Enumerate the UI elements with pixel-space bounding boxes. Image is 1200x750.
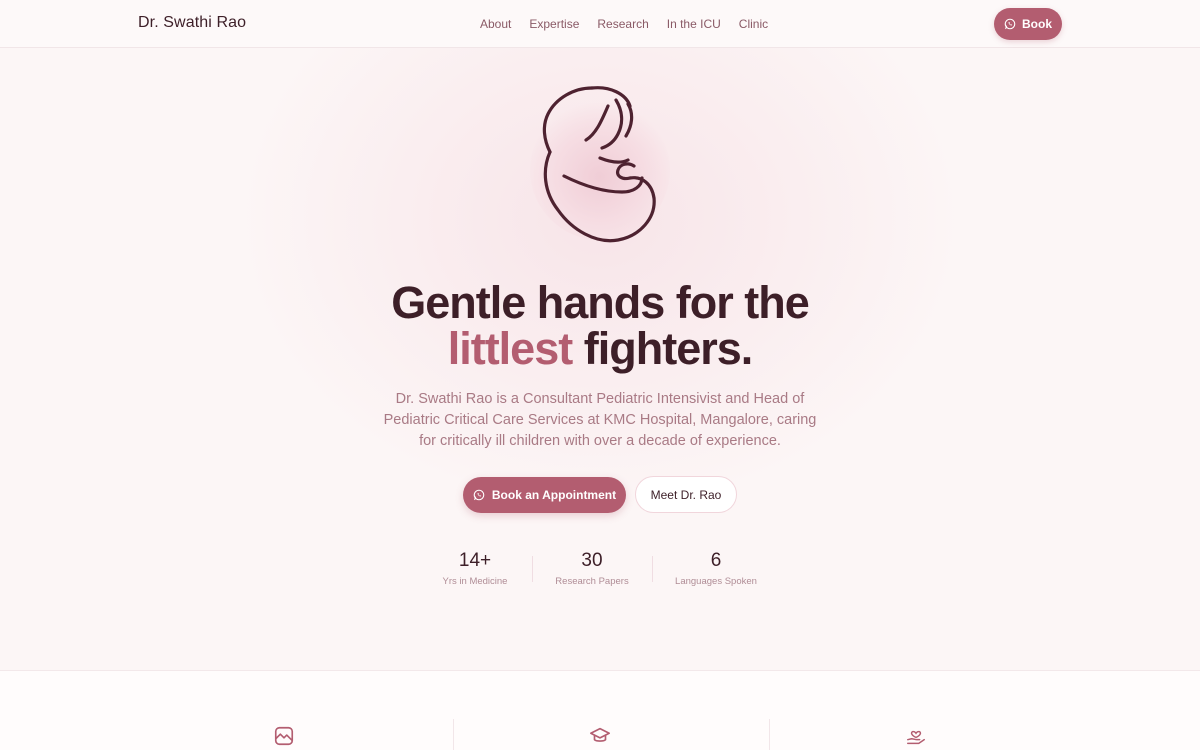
nav-link-clinic[interactable]: Clinic <box>739 17 768 31</box>
headline-accent: littlest <box>447 323 574 374</box>
stat-value: 6 <box>710 550 722 571</box>
nav-links: About Expertise Research In the ICU Clin… <box>480 17 768 31</box>
book-button[interactable]: Book <box>994 8 1062 40</box>
mother-child-illustration <box>530 80 670 250</box>
stat-value: 14+ <box>458 550 492 571</box>
stat-papers: 30 Research Papers <box>537 550 647 587</box>
nav-link-expertise[interactable]: Expertise <box>529 17 579 31</box>
book-appointment-button[interactable]: Book an Appointment <box>463 477 626 513</box>
headline-rest: fighters. <box>583 323 754 374</box>
whatsapp-icon <box>1004 18 1016 30</box>
hero-headline: Gentle hands for the littlest fighters. <box>0 280 1200 372</box>
stat-divider <box>532 556 533 582</box>
stat-label: Yrs in Medicine <box>442 576 508 587</box>
hero-description: Dr. Swathi Rao is a Consultant Pediatric… <box>383 391 817 449</box>
meet-doctor-button[interactable]: Meet Dr. Rao <box>635 476 737 513</box>
stat-years: 14+ Yrs in Medicine <box>420 550 530 587</box>
book-appointment-label: Book an Appointment <box>491 488 617 502</box>
whatsapp-icon <box>473 489 485 501</box>
brand-name[interactable]: Dr. Swathi Rao <box>138 14 246 32</box>
stat-value: 30 <box>581 550 603 571</box>
book-button-label: Book <box>1022 17 1052 31</box>
image-icon <box>274 726 294 746</box>
mother-child-line-art-icon <box>542 86 656 243</box>
nav-link-icu[interactable]: In the ICU <box>667 17 721 31</box>
nav-link-research[interactable]: Research <box>597 17 648 31</box>
stat-divider <box>652 556 653 582</box>
stat-label: Research Papers <box>555 576 629 587</box>
top-navigation: Dr. Swathi Rao About Expertise Research … <box>0 0 1200 48</box>
headline-line-1: Gentle hands for the <box>391 277 810 328</box>
feature-divider <box>769 719 770 750</box>
feature-divider <box>453 719 454 750</box>
stat-label: Languages Spoken <box>675 576 757 587</box>
features-section <box>0 670 1200 750</box>
nav-link-about[interactable]: About <box>480 17 511 31</box>
heart-hand-icon <box>907 730 925 745</box>
graduation-cap-icon <box>590 727 610 742</box>
stat-languages: 6 Languages Spoken <box>661 550 771 587</box>
stats-row: 14+ Yrs in Medicine 30 Research Papers 6… <box>420 550 780 590</box>
